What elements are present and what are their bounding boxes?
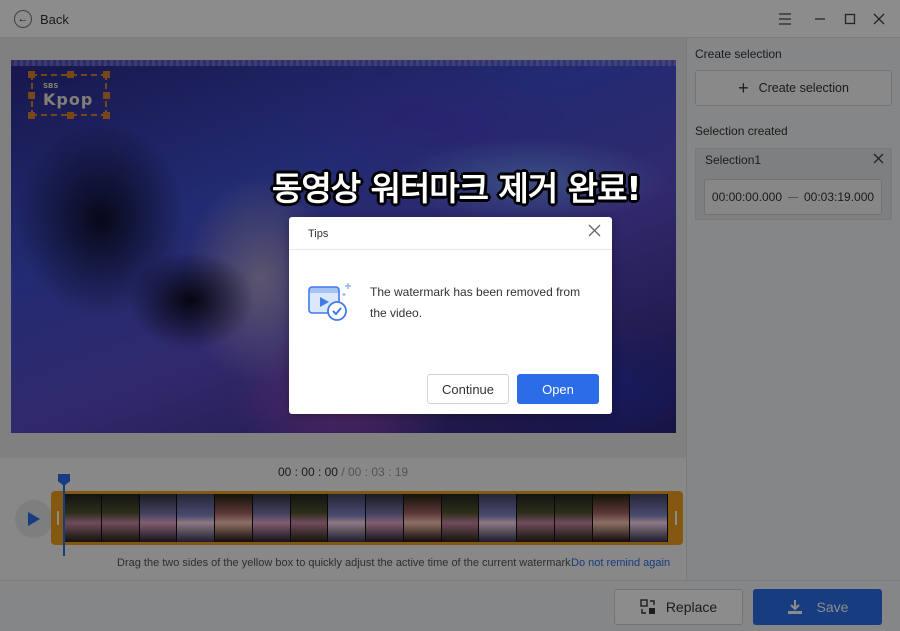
tips-dialog: Tips The watermark has been removed from… <box>289 217 612 414</box>
video-check-icon <box>308 283 351 321</box>
dialog-message: The watermark has been removed from the … <box>370 285 581 320</box>
dialog-header: Tips <box>289 217 612 250</box>
dialog-title: Tips <box>308 228 329 240</box>
open-button[interactable]: Open <box>517 374 599 404</box>
continue-button[interactable]: Continue <box>427 374 509 404</box>
close-icon[interactable] <box>588 224 601 242</box>
overlay-caption: 동영상 워터마크 제거 완료! <box>272 169 641 208</box>
